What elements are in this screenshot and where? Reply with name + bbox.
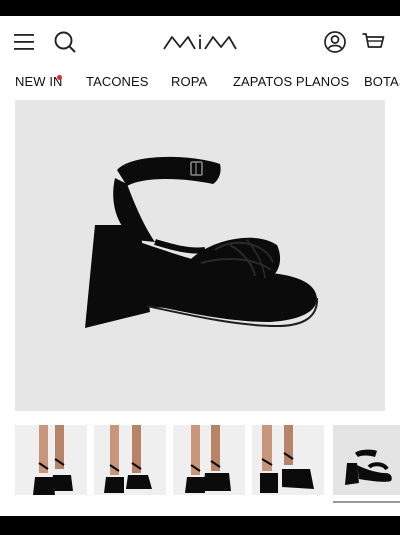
model-legs-image — [104, 425, 152, 493]
model-legs-image — [185, 425, 231, 493]
nav-item-zapatos-planos[interactable]: ZAPATOS PLANOS — [233, 74, 349, 89]
shopping-cart-icon[interactable] — [360, 29, 386, 55]
sandal-product-image — [345, 449, 392, 485]
thumbnail-model-side[interactable] — [15, 425, 87, 495]
nav-item-ropa[interactable]: ROPA — [171, 74, 207, 89]
product-thumbnail-strip — [0, 425, 400, 507]
nav-item-tacones[interactable]: TACONES — [86, 74, 149, 89]
thumbnail-product-only[interactable] — [333, 425, 400, 495]
brand-logo[interactable] — [162, 34, 238, 52]
model-legs-image — [33, 425, 73, 495]
nav-item-botas[interactable]: BOTAS — [364, 74, 400, 89]
selected-thumbnail-indicator — [333, 501, 400, 503]
search-icon[interactable] — [52, 29, 78, 55]
mim-logo-icon — [163, 34, 237, 50]
thumbnail-model-three-quarter[interactable] — [173, 425, 245, 495]
product-main-image[interactable] — [15, 100, 385, 411]
nav-item-new-in[interactable]: NEW IN — [15, 74, 63, 89]
new-indicator-dot — [57, 75, 62, 80]
site-header — [0, 16, 400, 68]
user-account-icon[interactable] — [322, 29, 348, 55]
category-nav: NEW IN TACONES ROPA ZAPATOS PLANOS BOTAS — [0, 68, 400, 96]
thumbnail-model-front[interactable] — [94, 425, 166, 495]
hamburger-menu-icon[interactable] — [12, 30, 36, 54]
platform-sandal-image — [85, 156, 319, 328]
thumbnail-model-walking[interactable] — [252, 425, 324, 495]
model-legs-image — [260, 425, 314, 493]
app-screen: NEW IN TACONES ROPA ZAPATOS PLANOS BOTAS — [0, 16, 400, 516]
